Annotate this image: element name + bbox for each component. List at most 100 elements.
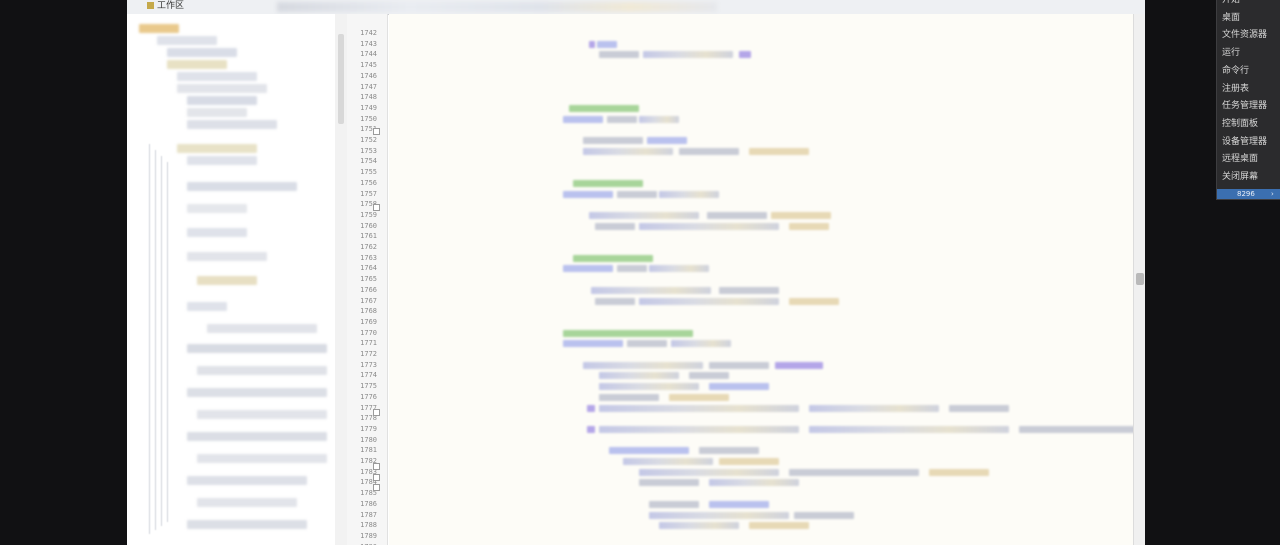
code-line[interactable] xyxy=(389,221,1133,232)
code-line[interactable] xyxy=(389,178,1133,189)
menu-item[interactable]: 任务管理器 xyxy=(1222,101,1267,112)
code-line[interactable] xyxy=(389,338,1133,349)
code-token xyxy=(671,340,731,348)
code-token xyxy=(749,147,809,155)
code-token xyxy=(639,479,699,487)
code-line[interactable] xyxy=(389,456,1133,467)
tab-workspace[interactable]: 工作区 xyxy=(147,0,184,12)
code-token xyxy=(617,190,657,198)
code-line[interactable] xyxy=(389,370,1133,381)
tree-item[interactable] xyxy=(177,144,257,153)
line-number: 1750 xyxy=(360,114,377,123)
fold-toggle-icon[interactable] xyxy=(373,409,380,416)
tree-item[interactable] xyxy=(187,344,327,353)
tree-item[interactable] xyxy=(187,432,327,441)
fold-toggle-icon[interactable] xyxy=(373,128,380,135)
code-line[interactable] xyxy=(389,467,1133,478)
tree-item[interactable] xyxy=(197,366,327,375)
tree-item[interactable] xyxy=(187,252,267,261)
menu-item[interactable]: 命令行 xyxy=(1222,66,1249,77)
tree-item[interactable] xyxy=(187,388,327,397)
code-line[interactable] xyxy=(389,328,1133,339)
tree-item[interactable] xyxy=(187,476,307,485)
tree-item[interactable] xyxy=(177,84,267,93)
fold-toggle-icon[interactable] xyxy=(373,474,380,481)
tree-item[interactable] xyxy=(187,520,307,529)
code-line[interactable] xyxy=(389,285,1133,296)
code-line[interactable] xyxy=(389,477,1133,488)
code-token xyxy=(599,372,679,380)
tree-item[interactable] xyxy=(207,324,317,333)
line-number: 1744 xyxy=(360,50,377,59)
tree-item[interactable] xyxy=(187,204,247,213)
tree-item[interactable] xyxy=(187,96,257,105)
fold-toggle-icon[interactable] xyxy=(373,204,380,211)
code-line[interactable] xyxy=(389,253,1133,264)
code-line[interactable] xyxy=(389,210,1133,221)
code-editor[interactable] xyxy=(389,14,1133,545)
code-line[interactable] xyxy=(389,520,1133,531)
menu-item[interactable]: 关闭屏幕 xyxy=(1222,172,1258,183)
tree-item[interactable] xyxy=(167,48,237,57)
code-token xyxy=(587,404,595,412)
code-line[interactable] xyxy=(389,403,1133,414)
code-token xyxy=(591,286,711,294)
tree-item[interactable] xyxy=(139,24,179,33)
menu-item[interactable]: 控制面板 xyxy=(1222,119,1258,130)
tree-item[interactable] xyxy=(187,228,247,237)
code-token xyxy=(771,211,831,219)
code-line[interactable] xyxy=(389,135,1133,146)
tree-item[interactable] xyxy=(197,276,257,285)
code-line[interactable] xyxy=(389,114,1133,125)
editor-vertical-scrollbar[interactable] xyxy=(1133,14,1145,545)
sidebar-scroll-thumb[interactable] xyxy=(338,34,344,124)
editor-scroll-thumb[interactable] xyxy=(1136,273,1144,285)
code-line[interactable] xyxy=(389,360,1133,371)
tree-item[interactable] xyxy=(187,182,297,191)
code-line[interactable] xyxy=(389,189,1133,200)
line-number: 1747 xyxy=(360,82,377,91)
code-line[interactable] xyxy=(389,499,1133,510)
code-line[interactable] xyxy=(389,39,1133,50)
code-line[interactable] xyxy=(389,424,1133,435)
code-token xyxy=(595,297,635,305)
fold-toggle-icon[interactable] xyxy=(373,463,380,470)
code-line[interactable] xyxy=(389,445,1133,456)
project-tree[interactable] xyxy=(127,14,336,545)
code-line[interactable] xyxy=(389,510,1133,521)
tree-item[interactable] xyxy=(177,72,257,81)
chevron-right-icon: › xyxy=(1271,190,1274,198)
menu-item[interactable]: 设备管理器 xyxy=(1222,137,1267,148)
line-number: 1789 xyxy=(360,531,377,540)
menu-item[interactable]: 注册表 xyxy=(1222,84,1249,95)
code-token xyxy=(597,40,617,48)
tree-item[interactable] xyxy=(157,36,217,45)
tree-item[interactable] xyxy=(187,156,257,165)
tree-item[interactable] xyxy=(187,302,227,311)
tree-item[interactable] xyxy=(187,120,277,129)
code-line[interactable] xyxy=(389,49,1133,60)
tree-item[interactable] xyxy=(197,454,327,463)
code-token xyxy=(573,179,643,187)
code-line[interactable] xyxy=(389,103,1133,114)
code-line[interactable] xyxy=(389,381,1133,392)
menu-footer[interactable]: 8296 › xyxy=(1217,189,1280,199)
line-number: 1786 xyxy=(360,499,377,508)
code-line[interactable] xyxy=(389,263,1133,274)
tree-item[interactable] xyxy=(197,498,297,507)
menu-item[interactable]: 桌面 xyxy=(1222,13,1240,24)
menu-item[interactable]: 远程桌面 xyxy=(1222,154,1258,165)
code-line[interactable] xyxy=(389,296,1133,307)
code-line[interactable] xyxy=(389,392,1133,403)
menu-item[interactable]: 运行 xyxy=(1222,48,1240,59)
menu-item[interactable]: 文件资源器 xyxy=(1222,30,1267,41)
line-number: 1754 xyxy=(360,157,377,166)
line-number: 1745 xyxy=(360,61,377,70)
line-number: 1776 xyxy=(360,392,377,401)
tree-item[interactable] xyxy=(167,60,227,69)
tree-item[interactable] xyxy=(187,108,247,117)
fold-toggle-icon[interactable] xyxy=(373,484,380,491)
tree-item[interactable] xyxy=(197,410,327,419)
code-line[interactable] xyxy=(389,146,1133,157)
menu-item[interactable]: 开始 xyxy=(1222,0,1240,6)
